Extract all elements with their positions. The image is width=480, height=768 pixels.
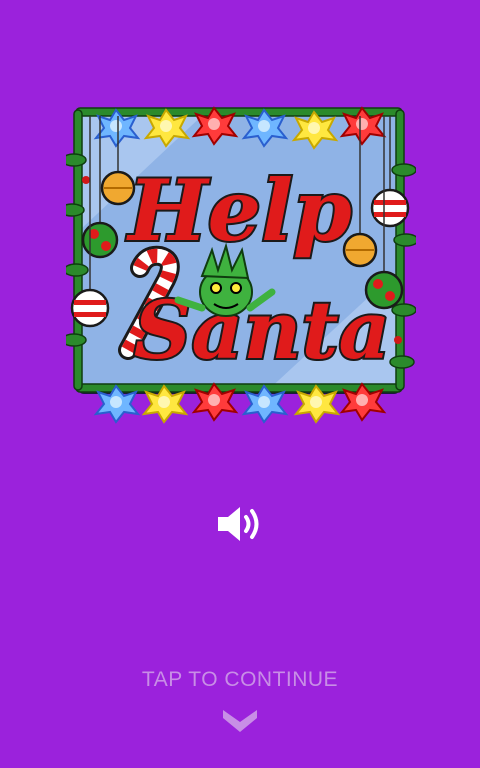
game-logo: Help Santa — [66, 100, 416, 430]
chevron-down-icon — [223, 710, 257, 732]
tap-to-continue-text[interactable]: TAP TO CONTINUE — [0, 668, 480, 692]
speaker-sound-on-icon — [218, 507, 259, 541]
sound-toggle-button[interactable] — [214, 503, 266, 545]
title-help: Help — [126, 161, 351, 260]
